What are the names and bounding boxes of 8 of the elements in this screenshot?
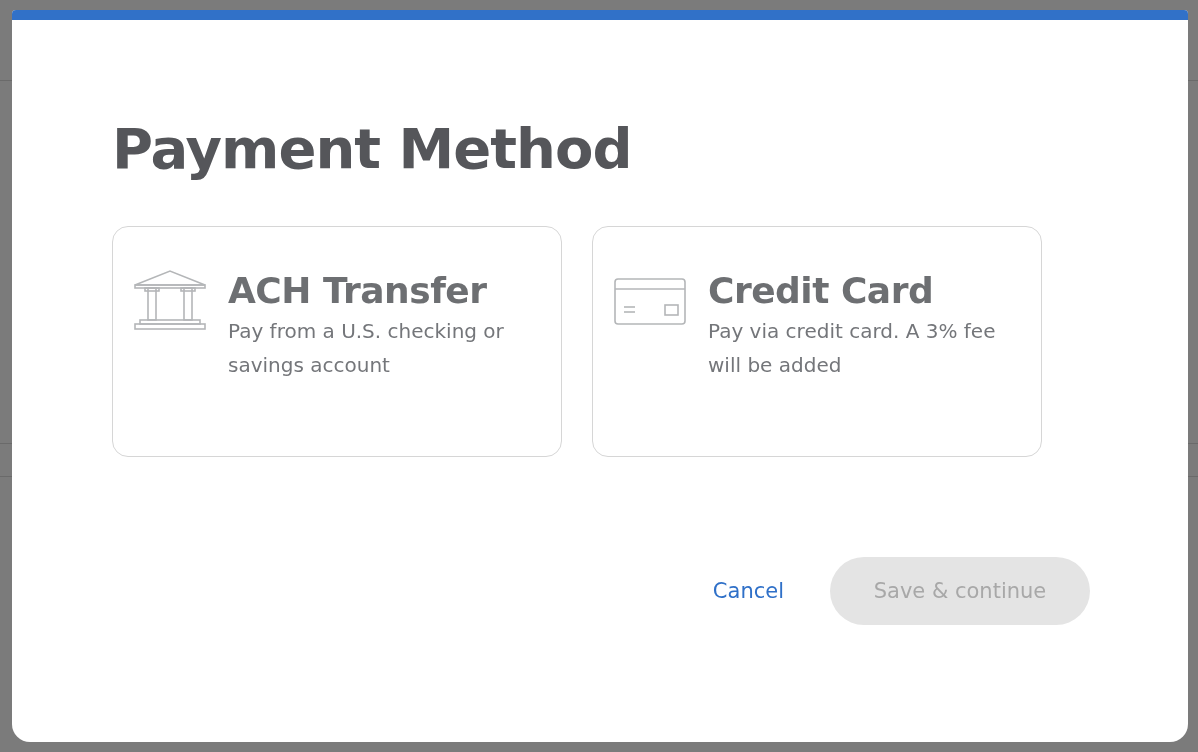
dialog-title: Payment Method: [112, 118, 633, 180]
cancel-link[interactable]: Cancel: [712, 578, 784, 603]
option-description: Pay via credit card. A 3% fee will be added: [708, 317, 997, 379]
payment-option-card[interactable]: Credit Card Pay via credit card. A 3% fee will be added: [592, 225, 1042, 457]
payment-option-card[interactable]: ACH Transfer Pay from a U.S. checking or savings account: [112, 225, 562, 457]
option-description: Pay from a U.S. checking or savings account: [228, 317, 505, 379]
option-title: ACH Transfer: [228, 268, 488, 312]
option-title: Credit Card: [708, 268, 935, 312]
